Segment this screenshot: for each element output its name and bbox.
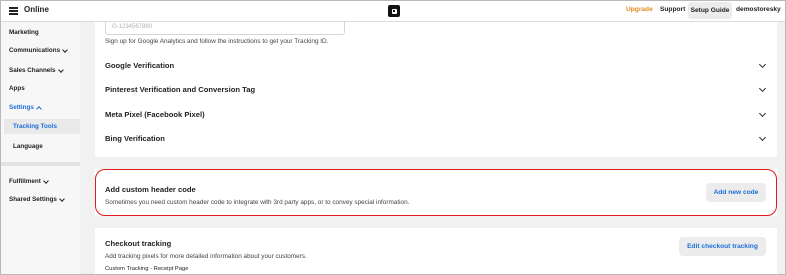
sidebar: Marketing Communications Sales Channels …: [0, 22, 80, 275]
custom-tracking-receipt-subheading: Custom Tracking - Receipt Page: [105, 266, 189, 272]
sidebar-item-label: Fulfillment: [9, 178, 41, 185]
accordion-label: Pinterest Verification and Conversion Ta…: [105, 84, 256, 94]
app-title: Online: [24, 5, 49, 14]
top-bar: Online Upgrade Support Setup Guide demos…: [0, 0, 786, 22]
setup-guide-button[interactable]: Setup Guide: [688, 2, 732, 19]
custom-header-description: Sometimes you need custom header code to…: [105, 199, 410, 206]
add-new-code-button[interactable]: Add new code: [706, 183, 766, 202]
chevron-down-icon: [758, 60, 767, 68]
menu-icon[interactable]: [9, 7, 18, 15]
checkout-tracking-description: Add tracking pixels for more detailed in…: [105, 253, 307, 260]
google-analytics-help-text: Sign up for Google Analytics and follow …: [105, 38, 329, 45]
chevron-up-icon: [36, 105, 42, 112]
chevron-down-icon: [57, 66, 64, 73]
accordion-label: Bing Verification: [105, 133, 165, 143]
sidebar-divider: [0, 162, 80, 166]
google-analytics-id-input[interactable]: G-1234567890: [105, 22, 345, 35]
sidebar-item-language[interactable]: Language: [4, 139, 80, 154]
sidebar-item-label: Tracking Tools: [13, 123, 57, 130]
chevron-down-icon: [758, 109, 767, 117]
accordion-meta-pixel[interactable]: Meta Pixel (Facebook Pixel): [105, 102, 769, 126]
sidebar-item-fulfillment[interactable]: Fulfillment: [9, 177, 49, 185]
sidebar-item-settings[interactable]: Settings: [9, 104, 42, 112]
square-logo-icon[interactable]: [388, 5, 400, 17]
sidebar-item-shared-settings[interactable]: Shared Settings: [9, 195, 65, 203]
chevron-down-icon: [758, 133, 767, 141]
chevron-down-icon: [62, 46, 68, 53]
sidebar-item-communications[interactable]: Communications: [9, 46, 68, 54]
sidebar-item-label: Language: [13, 143, 43, 150]
accordion-label: Google Verification: [105, 60, 175, 70]
chevron-down-icon: [758, 84, 767, 92]
sidebar-item-label: Shared Settings: [9, 196, 57, 203]
sidebar-item-label: Apps: [9, 85, 25, 92]
chevron-down-icon: [59, 195, 65, 202]
chevron-down-icon: [43, 177, 49, 184]
sidebar-item-sales-channels[interactable]: Sales Channels: [9, 66, 64, 74]
sidebar-item-label: Communications: [9, 47, 61, 54]
accordion-label: Meta Pixel (Facebook Pixel): [105, 109, 205, 119]
sidebar-item-marketing[interactable]: Marketing: [9, 29, 39, 36]
sidebar-item-label: Settings: [9, 104, 34, 111]
sidebar-item-label: Sales Channels: [9, 67, 56, 74]
custom-header-card: [95, 169, 777, 216]
checkout-tracking-title: Checkout tracking: [105, 239, 172, 248]
accordion-bing-verification[interactable]: Bing Verification: [105, 126, 769, 150]
support-link[interactable]: Support: [660, 6, 685, 13]
checkout-tracking-card: [95, 228, 777, 275]
edit-checkout-tracking-button[interactable]: Edit checkout tracking: [679, 237, 766, 256]
accordion-google-verification[interactable]: Google Verification: [105, 53, 769, 77]
accordion-pinterest-verification[interactable]: Pinterest Verification and Conversion Ta…: [105, 77, 769, 101]
custom-header-title: Add custom header code: [105, 185, 196, 194]
account-menu[interactable]: demostoresky: [736, 6, 781, 13]
upgrade-link[interactable]: Upgrade: [626, 6, 653, 13]
sidebar-item-tracking-tools[interactable]: Tracking Tools: [4, 119, 80, 134]
sidebar-item-label: Marketing: [9, 29, 39, 36]
sidebar-item-apps[interactable]: Apps: [9, 85, 25, 92]
